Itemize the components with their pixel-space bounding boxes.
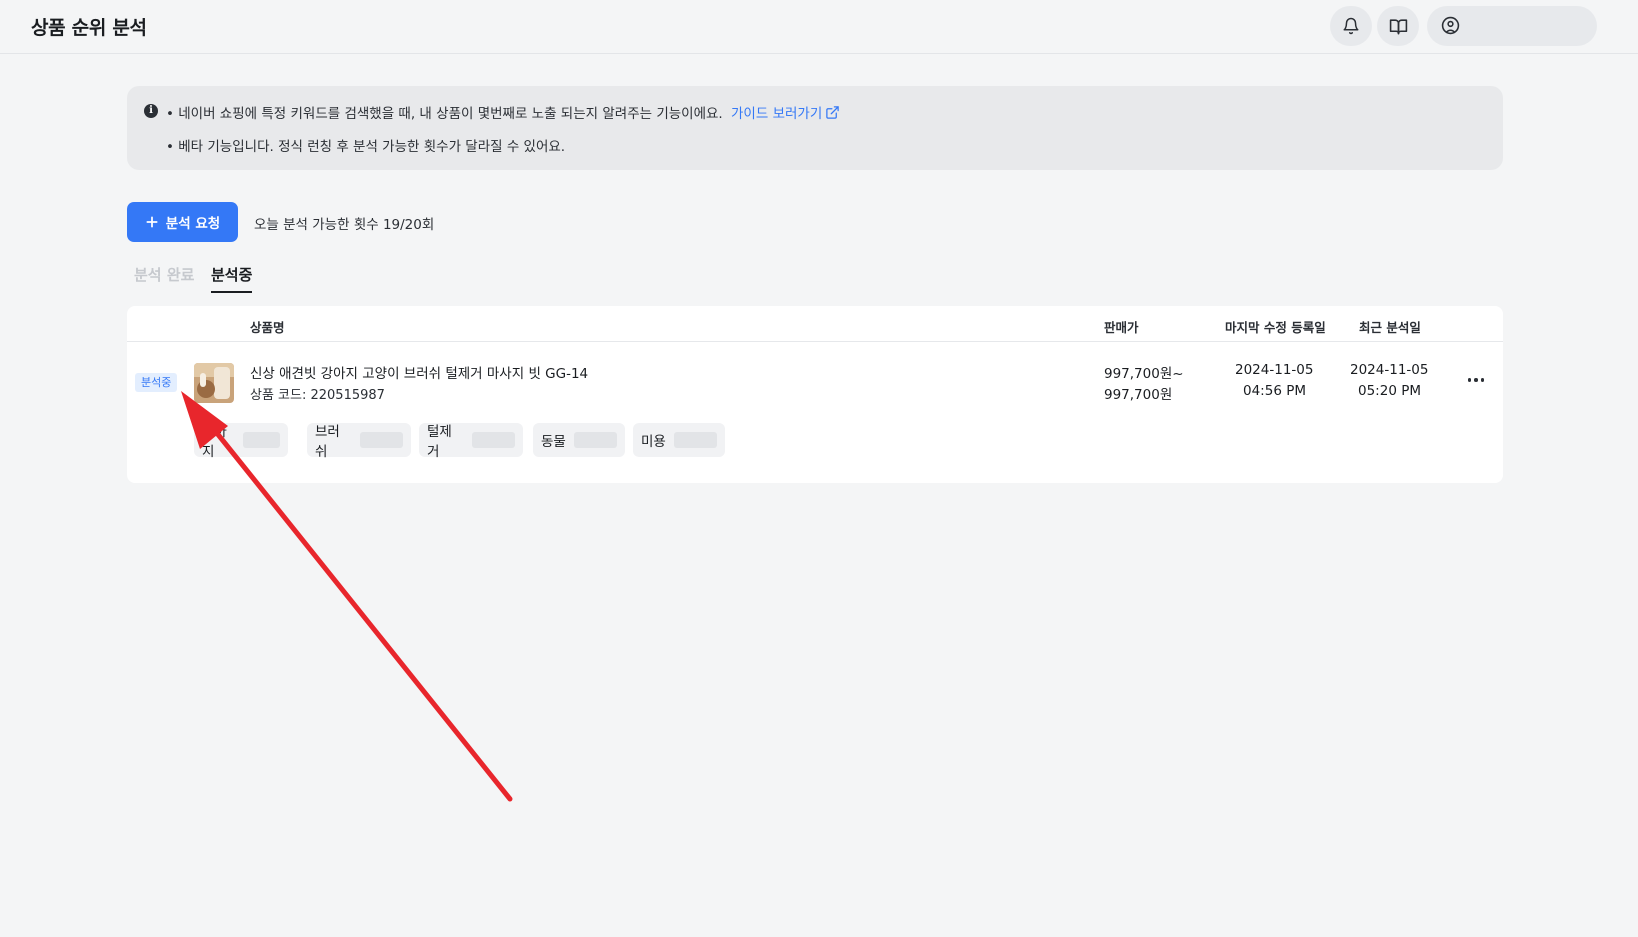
more-dot — [1474, 378, 1478, 382]
analysis-time: 05:20 PM — [1358, 383, 1421, 399]
rank-placeholder — [573, 432, 617, 448]
keyword-label: 브러쉬 — [315, 424, 340, 460]
top-header: 상품 순위 분석 — [0, 0, 1638, 54]
rank-placeholder — [360, 432, 403, 448]
product-thumbnail — [194, 363, 234, 403]
info-line-2: • 베타 기능입니다. 정식 런칭 후 분석 가능한 횟수가 달라질 수 있어요… — [166, 139, 566, 155]
keyword-chip: 털제거 — [419, 423, 523, 460]
info-icon: i — [144, 104, 158, 118]
book-open-icon — [1389, 18, 1407, 34]
tab-analyzing[interactable]: 분석중 — [211, 264, 253, 293]
info-text-1: • 네이버 쇼핑에 특정 키워드를 검색했을 때, 내 상품이 몇번째로 노출 … — [166, 106, 723, 122]
plus-icon — [146, 216, 158, 228]
status-badge: 분석중 — [135, 373, 178, 392]
keyword-label: 미용 — [641, 434, 666, 450]
product-name[interactable]: 신상 애견빗 강아지 고양이 브러쉬 털제거 마사지 빗 GG-14 — [250, 362, 588, 382]
guide-link-label: 가이드 보러가기 — [731, 106, 823, 122]
keyword-chip: 동물 — [533, 423, 625, 457]
external-link-icon — [826, 106, 839, 119]
page-title: 상품 순위 분석 — [31, 17, 147, 39]
price-max: 997,700원 — [1104, 387, 1173, 403]
modified-time: 04:56 PM — [1243, 383, 1306, 399]
keyword-label: 털제거 — [427, 424, 452, 460]
analysis-quota: 오늘 분석 가능한 횟수 19/20회 — [254, 217, 435, 233]
request-analysis-label: 분석 요청 — [165, 216, 221, 232]
more-dot — [1480, 378, 1485, 382]
column-last-modified: 마지막 수정 등록일 — [1225, 320, 1326, 335]
keyword-chip: 강아지 — [194, 423, 288, 460]
tab-analysis-complete[interactable]: 분석 완료 — [134, 264, 194, 291]
column-recent-analysis: 최근 분석일 — [1359, 320, 1421, 335]
more-options-button[interactable] — [1464, 368, 1488, 392]
more-dot — [1467, 378, 1472, 382]
price-min: 997,700원~ — [1104, 366, 1184, 382]
keyword-label: 동물 — [541, 434, 566, 450]
user-menu[interactable] — [1427, 6, 1597, 46]
keyword-chip: 브러쉬 — [307, 423, 411, 460]
info-line-1: • 네이버 쇼핑에 특정 키워드를 검색했을 때, 내 상품이 몇번째로 노출 … — [166, 102, 840, 122]
keyword-label: 강아지 — [202, 424, 227, 460]
guide-link[interactable]: 가이드 보러가기 — [731, 106, 840, 122]
column-price: 판매가 — [1104, 320, 1139, 335]
bell-icon — [1343, 17, 1359, 35]
guide-book-button[interactable] — [1377, 6, 1419, 46]
rank-placeholder — [242, 432, 280, 448]
notifications-button[interactable] — [1330, 6, 1372, 46]
product-code: 상품 코드: 220515987 — [250, 388, 385, 403]
keyword-chip: 미용 — [633, 423, 725, 457]
user-circle-icon — [1441, 16, 1460, 35]
info-banner: i • 네이버 쇼핑에 특정 키워드를 검색했을 때, 내 상품이 몇번째로 노… — [127, 86, 1503, 170]
column-product-name: 상품명 — [250, 320, 285, 335]
product-table: 상품명 판매가 마지막 수정 등록일 최근 분석일 분석중 신상 애견빗 강아지… — [127, 306, 1503, 483]
rank-placeholder — [673, 432, 717, 448]
table-header: 상품명 판매가 마지막 수정 등록일 최근 분석일 — [127, 306, 1503, 342]
analysis-date: 2024-11-05 — [1350, 362, 1429, 378]
request-analysis-button[interactable]: 분석 요청 — [127, 202, 238, 242]
modified-date: 2024-11-05 — [1235, 362, 1314, 378]
rank-placeholder — [472, 432, 515, 448]
